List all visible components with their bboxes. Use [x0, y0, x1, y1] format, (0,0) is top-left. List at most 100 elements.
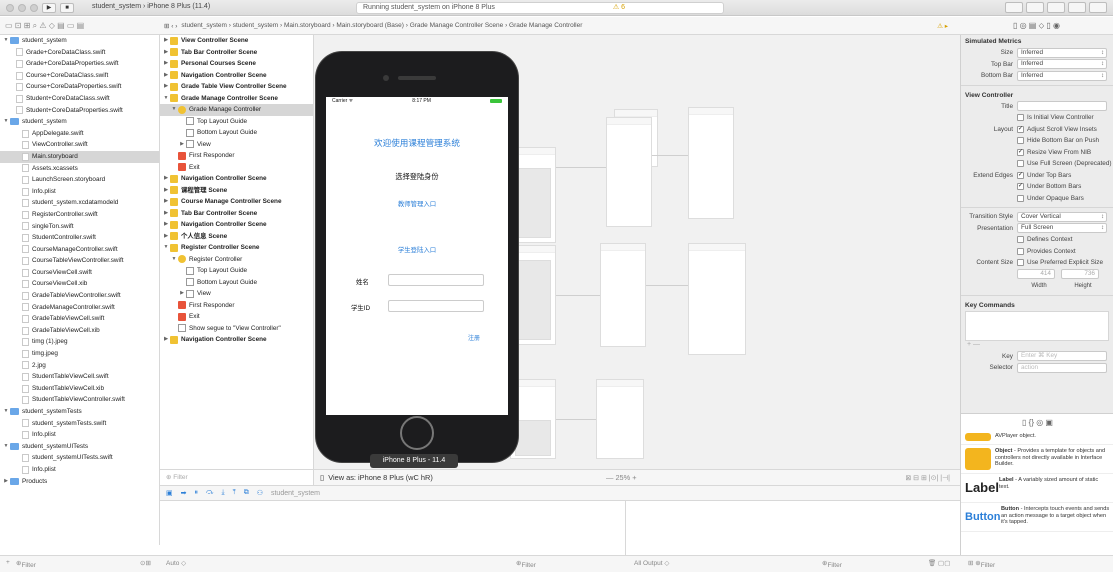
disclosure-triangle-icon[interactable]: ▼ — [2, 35, 10, 47]
all-output-select[interactable]: All Output ◇ — [634, 559, 669, 567]
library-tabs[interactable]: ▯ {} ◎ ▣ — [961, 414, 1113, 430]
issue-nav-icon[interactable]: ⚠ ▸ — [937, 22, 948, 30]
toggle-outline-icon[interactable]: ▯ — [320, 473, 328, 482]
toggle-inspector-button[interactable] — [1089, 2, 1107, 13]
navigator-file[interactable]: StudentController.swift — [0, 232, 159, 244]
student-entry-button[interactable]: 学生登陆入口 — [326, 245, 508, 254]
navigator-file[interactable]: Info.plist — [0, 429, 159, 441]
run-button[interactable]: ▶ — [42, 2, 56, 13]
navigator-file[interactable]: timg.jpeg — [0, 348, 159, 360]
navigator-group[interactable]: ▼ student_system — [0, 35, 159, 47]
debug-target[interactable]: student_system — [271, 490, 320, 497]
library-item-avplayer[interactable]: AVPlayer object. — [961, 430, 1113, 445]
navigator-file[interactable]: Info.plist — [0, 186, 159, 198]
height-field[interactable]: 736 — [1061, 269, 1099, 280]
minimize-window-button[interactable] — [18, 3, 26, 12]
outline-scene[interactable]: ▶ 课程管理 Scene — [160, 185, 313, 197]
navigator-file[interactable]: student_systemTests.swift — [0, 418, 159, 430]
disclosure-triangle-icon[interactable]: ▶ — [162, 47, 170, 59]
outline-item[interactable]: Exit — [160, 162, 313, 174]
is-initial-checkbox[interactable] — [1017, 114, 1024, 122]
iphone-preview[interactable]: Carrier ᯤ 8:17 PM 欢迎使用课程管理系统 选择登陆身份 教师管理… — [316, 52, 518, 462]
disclosure-triangle-icon[interactable]: ▼ — [170, 104, 178, 116]
disclosure-triangle-icon[interactable]: ▼ — [2, 441, 10, 453]
navigator-file[interactable]: Info.plist — [0, 464, 159, 476]
disclosure-triangle-icon[interactable]: ▶ — [162, 231, 170, 243]
navigator-file[interactable]: CourseViewCell.swift — [0, 267, 159, 279]
resize-nib-checkbox[interactable]: ✓ — [1017, 148, 1024, 156]
step-out-icon[interactable]: ⤒ — [233, 489, 236, 497]
jump-bar[interactable]: ⊞ ‹ › student_system › student_system › … — [160, 17, 960, 35]
outline-item[interactable]: First Responder — [160, 150, 313, 162]
autolayout-tools-icon[interactable]: ⊠ ⊟ ⊞ |⊙| |⊣| — [905, 474, 950, 482]
outline-item[interactable]: Show segue to "View Controller" — [160, 323, 313, 335]
outline-item[interactable]: Top Layout Guide — [160, 265, 313, 277]
navigator-file[interactable]: Grade+CoreDataClass.swift — [0, 47, 159, 59]
breakpoints-icon[interactable]: ➡ — [181, 489, 187, 497]
view-as-button[interactable]: View as: iPhone 8 Plus (wC hR) — [328, 473, 433, 482]
defines-context-checkbox[interactable] — [1017, 236, 1024, 244]
navigator-file[interactable]: Assets.xcassets — [0, 163, 159, 175]
preferred-size-checkbox[interactable] — [1017, 259, 1024, 267]
presentation-select[interactable]: Full Screen — [1017, 223, 1107, 234]
memory-graph-icon[interactable]: ⚇ — [257, 489, 263, 497]
navigator-file[interactable]: GradeTableViewCell.swift — [0, 313, 159, 325]
outline-item[interactable]: ▼ Register Controller — [160, 254, 313, 266]
assistant-editor-button[interactable] — [1026, 2, 1044, 13]
navigator-file[interactable]: GradeManageController.swift — [0, 302, 159, 314]
outline-scene[interactable]: ▼ Register Controller Scene — [160, 242, 313, 254]
key-field[interactable]: Enter ⌘ Key — [1017, 351, 1107, 362]
close-window-button[interactable] — [6, 3, 14, 12]
navigator-file[interactable]: Grade+CoreDataProperties.swift — [0, 58, 159, 70]
outline-scene[interactable]: ▶ Navigation Controller Scene — [160, 173, 313, 185]
outline-scene[interactable]: ▶ 个人信息 Scene — [160, 231, 313, 243]
disclosure-triangle-icon[interactable]: ▶ — [162, 208, 170, 220]
navigator-file[interactable]: Main.storyboard — [0, 150, 159, 163]
disclosure-triangle-icon[interactable]: ▶ — [162, 70, 170, 82]
step-in-icon[interactable]: ⤓ — [221, 489, 224, 497]
library-filter-field[interactable]: ⊞ ⊕ Filter — [968, 559, 995, 569]
standard-editor-button[interactable] — [1005, 2, 1023, 13]
navigator-selector-bar[interactable]: ▭ ⊡ ⊞ ⌕ ⚠ ◇ ▤ ▭ ▤ — [0, 17, 160, 35]
navigator-file[interactable]: StudentTableViewCell.swift — [0, 371, 159, 383]
scene-thumbnail[interactable] — [688, 107, 734, 219]
navigator-file[interactable]: Course+CoreDataProperties.swift — [0, 81, 159, 93]
pause-icon[interactable]: ⏸ — [195, 489, 199, 497]
disclosure-triangle-icon[interactable]: ▼ — [2, 116, 10, 128]
navigator-group[interactable]: ▼ student_system — [0, 116, 159, 128]
navigator-file[interactable]: GradeTableViewCell.xib — [0, 325, 159, 337]
disclosure-triangle-icon[interactable]: ▶ — [178, 139, 186, 151]
width-field[interactable]: 414 — [1017, 269, 1055, 280]
disclosure-triangle-icon[interactable]: ▶ — [162, 185, 170, 197]
trash-icon[interactable]: 🗑 ▢▢ — [928, 559, 950, 567]
disclosure-triangle-icon[interactable]: ▼ — [170, 254, 178, 266]
disclosure-triangle-icon[interactable]: ▼ — [2, 406, 10, 418]
login-screen[interactable]: Carrier ᯤ 8:17 PM 欢迎使用课程管理系统 选择登陆身份 教师管理… — [326, 97, 508, 415]
library-item-label[interactable]: Label Label - A variably sized amount of… — [961, 474, 1113, 503]
outline-item[interactable]: First Responder — [160, 300, 313, 312]
add-file-icon[interactable]: + — [6, 559, 10, 566]
toggle-debug-button[interactable] — [1068, 2, 1086, 13]
navigator-group[interactable]: ▶ Products — [0, 476, 159, 488]
variables-view[interactable] — [160, 501, 626, 555]
navigator-group[interactable]: ▼ student_systemUITests — [0, 441, 159, 453]
outline-scene[interactable]: ▶ Tab Bar Controller Scene — [160, 208, 313, 220]
navigator-file[interactable]: StudentTableViewCell.xib — [0, 383, 159, 395]
jump-back-icon[interactable]: ⊞ ‹ › — [164, 22, 177, 30]
under-opaque-bars-checkbox[interactable] — [1017, 194, 1024, 202]
library-item-object[interactable]: Object - Provides a template for objects… — [961, 445, 1113, 474]
navigator-file[interactable]: GradeTableViewController.swift — [0, 290, 159, 302]
outline-item[interactable]: Bottom Layout Guide — [160, 127, 313, 139]
student-id-field[interactable] — [388, 300, 484, 312]
hide-bottom-bar-checkbox[interactable] — [1017, 137, 1024, 145]
outline-scene[interactable]: ▶ Course Manage Controller Scene — [160, 196, 313, 208]
teacher-entry-button[interactable]: 教师管理入口 — [326, 199, 508, 208]
scene-thumbnail[interactable] — [606, 117, 652, 227]
inspector-selector-bar[interactable]: ▯ ◎ ▤ ⬦ ▯ ◉ — [960, 17, 1113, 35]
navigator-file[interactable]: AppDelegate.swift — [0, 128, 159, 140]
top-bar-select[interactable]: Inferred — [1017, 59, 1107, 70]
navigator-file[interactable]: Course+CoreDataClass.swift — [0, 70, 159, 82]
outline-filter-field[interactable]: ⊕ Filter — [160, 469, 314, 485]
disclosure-triangle-icon[interactable]: ▶ — [162, 35, 170, 47]
add-remove-key-command[interactable]: + — — [961, 341, 1113, 351]
